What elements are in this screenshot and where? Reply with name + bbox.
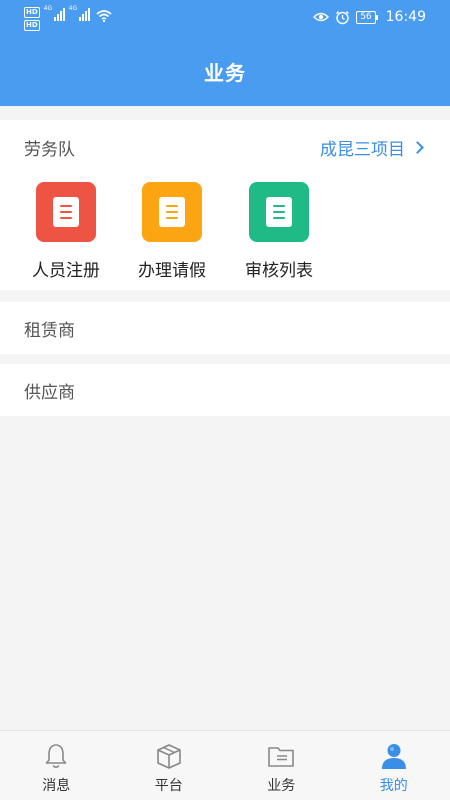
register-staff-button[interactable]: 人员注册	[26, 182, 106, 281]
tab-mine[interactable]: 我的	[338, 731, 450, 800]
bell-icon	[45, 744, 67, 769]
eye-icon	[313, 12, 330, 22]
alarm-icon	[336, 10, 350, 24]
labor-team-title: 劳务队	[24, 139, 75, 160]
hd-badge-top: HD	[24, 7, 40, 18]
signal-icon-2: 4G	[68, 5, 90, 21]
tab-platform[interactable]: 平台	[113, 731, 226, 800]
supplier-label: 供应商	[24, 382, 75, 403]
supplier-row[interactable]: 供应商	[0, 364, 450, 416]
tab-mine-label: 我的	[379, 778, 408, 794]
signal-icon: 4G	[43, 5, 65, 21]
rental-provider-label: 租赁商	[24, 320, 75, 341]
status-bar: HD HD 4G 4G 56 16:49	[0, 0, 450, 36]
labor-team-card: 劳务队 成昆三项目 人员注册 办理请假 审核列表	[0, 120, 450, 290]
page-title: 业务	[204, 60, 246, 85]
hd-badge-bottom: HD	[24, 20, 40, 31]
network-type-2: 4G	[68, 5, 78, 12]
status-right: 56 16:49	[313, 9, 426, 25]
network-type-1: 4G	[43, 5, 53, 12]
hd-indicators: HD HD	[24, 7, 40, 31]
tab-business[interactable]: 业务	[225, 731, 338, 800]
document-icon	[249, 182, 309, 242]
document-icon	[36, 182, 96, 242]
register-staff-label: 人员注册	[32, 261, 100, 281]
battery-indicator: 56	[356, 10, 379, 24]
tab-platform-label: 平台	[154, 778, 183, 794]
box-icon	[156, 744, 181, 769]
leave-request-label: 办理请假	[138, 261, 206, 281]
title-bar: 业务	[0, 36, 450, 106]
project-name: 成昆三项目	[320, 139, 405, 160]
tab-business-label: 业务	[267, 778, 296, 794]
clock: 16:49	[385, 9, 426, 25]
labor-team-header: 劳务队 成昆三项目	[0, 120, 450, 174]
folder-icon	[268, 747, 295, 767]
rental-provider-row[interactable]: 租赁商	[0, 302, 450, 354]
action-grid: 人员注册 办理请假 审核列表	[0, 182, 450, 282]
project-selector[interactable]: 成昆三项目	[320, 135, 426, 160]
chevron-right-icon	[411, 140, 424, 154]
wifi-icon	[96, 10, 112, 22]
document-icon	[142, 182, 202, 242]
tab-messages[interactable]: 消息	[0, 731, 113, 800]
leave-request-button[interactable]: 办理请假	[132, 182, 212, 281]
person-icon	[381, 744, 406, 769]
tab-messages-label: 消息	[42, 778, 71, 794]
bottom-tab-bar: 消息 平台 业务 我的	[0, 730, 450, 800]
review-list-button[interactable]: 审核列表	[239, 182, 319, 281]
status-left: HD HD 4G 4G	[24, 5, 112, 31]
review-list-label: 审核列表	[245, 261, 313, 281]
